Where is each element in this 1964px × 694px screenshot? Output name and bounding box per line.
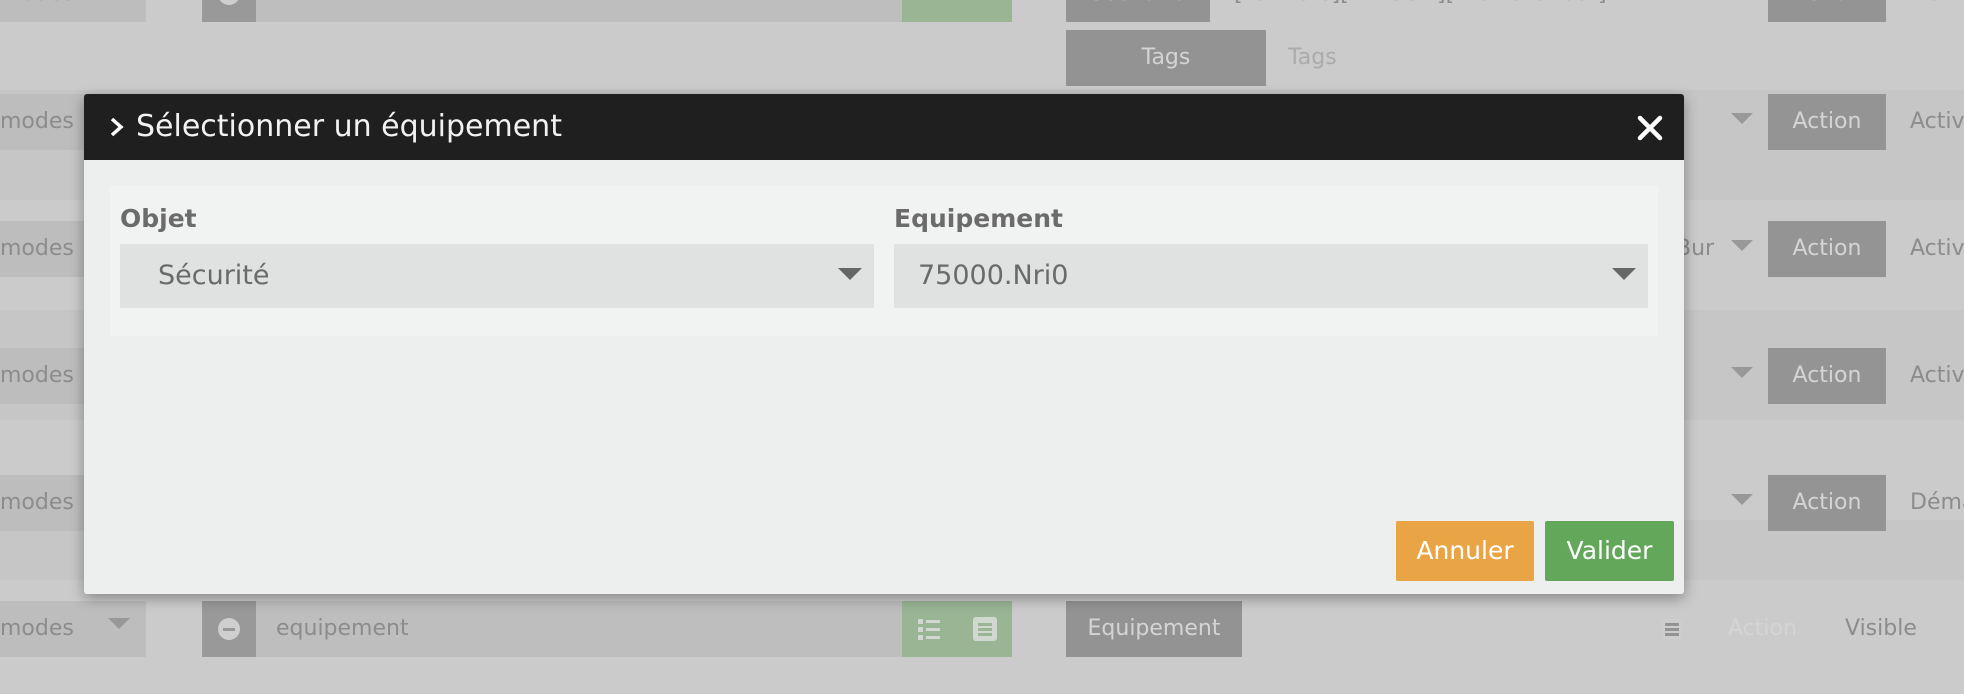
validate-button[interactable]: Valider: [1545, 521, 1674, 581]
object-label: Objet: [120, 204, 197, 233]
chevron-right-icon: [110, 117, 124, 137]
equipment-field-group: Equipement 75000.Nri0: [894, 194, 1648, 308]
select-equipment-dialog: Sélectionner un équipement Objet Sécurit…: [84, 94, 1684, 594]
close-icon[interactable]: [1636, 114, 1664, 142]
dialog-title: Sélectionner un équipement: [136, 109, 562, 144]
equipment-select[interactable]: 75000.Nri0: [894, 244, 1648, 308]
equipment-select-value: 75000.Nri0: [918, 260, 1069, 291]
dialog-header: Sélectionner un équipement: [84, 94, 1684, 160]
equipment-label: Equipement: [894, 204, 1063, 233]
object-select[interactable]: Sécurité: [120, 244, 874, 308]
object-select-value: Sécurité: [158, 260, 270, 291]
selection-form: Objet Sécurité Equipement 75000.Nri0: [110, 186, 1658, 336]
chevron-down-icon: [838, 268, 862, 280]
chevron-down-icon: [1612, 268, 1636, 280]
object-field-group: Objet Sécurité: [120, 194, 874, 308]
cancel-button[interactable]: Annuler: [1396, 521, 1534, 581]
